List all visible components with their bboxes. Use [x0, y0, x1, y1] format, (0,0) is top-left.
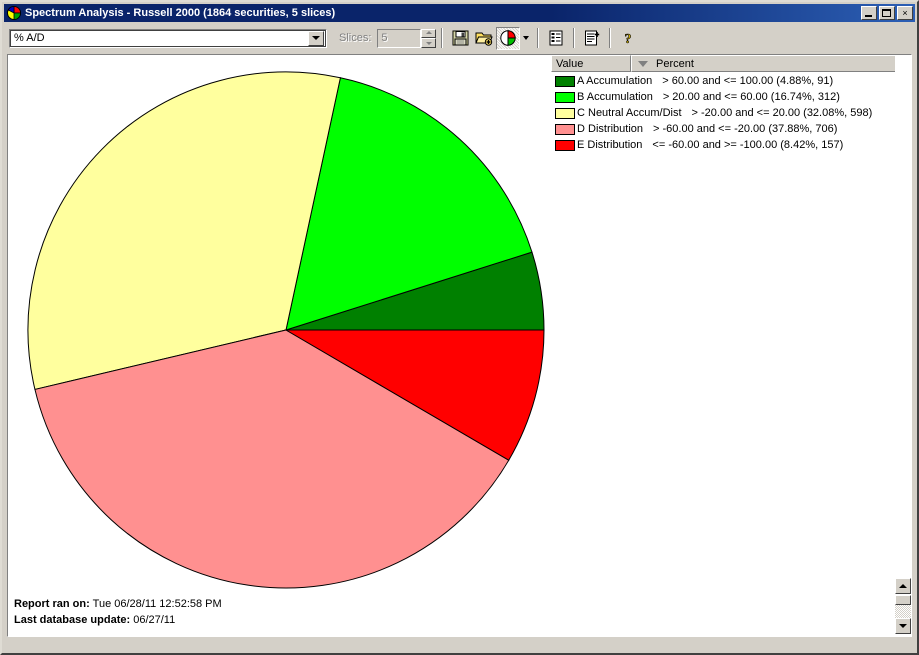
legend-row-label: C Neutral Accum/Dist — [577, 107, 682, 119]
report-footer: Report ran on: Tue 06/28/11 12:52:58 PM … — [14, 596, 222, 628]
slices-label: Slices: — [339, 32, 372, 44]
toolbar-separator — [441, 28, 444, 48]
vertical-scrollbar[interactable] — [895, 55, 911, 636]
slices-value[interactable]: 5 — [377, 28, 422, 48]
svg-text:?: ? — [625, 32, 632, 46]
slices-decrement-button[interactable] — [421, 38, 437, 48]
legend-color-swatch — [555, 139, 575, 151]
legend-row[interactable]: D Distribution > -60.00 and <= -20.00 (37… — [551, 121, 911, 137]
pie-chart[interactable] — [8, 55, 551, 636]
legend-header: Value Percent — [551, 55, 911, 72]
title-bar: Spectrum Analysis - Russell 2000 (1864 s… — [4, 4, 915, 22]
window-title: Spectrum Analysis - Russell 2000 (1864 s… — [25, 7, 336, 19]
floppy-disk-icon — [452, 30, 469, 46]
scroll-up-button[interactable] — [895, 578, 911, 594]
scroll-down-button[interactable] — [895, 618, 911, 634]
close-icon: × — [902, 8, 908, 18]
legend-row-range: > 60.00 and <= 100.00 (4.88%, 91) — [662, 75, 834, 87]
application-window: Spectrum Analysis - Russell 2000 (1864 s… — [0, 0, 919, 655]
legend-panel: Value Percent A Accumulation > 60.00 and … — [551, 55, 911, 636]
descending-sort-icon — [638, 60, 648, 67]
list-add-icon — [585, 30, 600, 46]
chevron-down-icon[interactable] — [308, 30, 324, 46]
pie-chart-view-dropdown[interactable] — [520, 27, 532, 50]
report-ran-value: Tue 06/28/11 12:52:58 PM — [92, 598, 222, 610]
toolbar-separator-3 — [573, 28, 576, 48]
close-button[interactable]: × — [897, 6, 913, 20]
legend-color-swatch — [555, 75, 575, 87]
client-area: Value Percent A Accumulation > 60.00 and … — [7, 54, 912, 637]
legend-row[interactable]: A Accumulation > 60.00 and <= 100.00 (4.8… — [551, 73, 911, 89]
scroll-gutter[interactable] — [895, 605, 911, 618]
pie-chart-panel — [8, 55, 551, 636]
minimize-button[interactable] — [861, 6, 877, 20]
toolbar-separator-4 — [609, 28, 612, 48]
legend-row-range: > -60.00 and <= -20.00 (37.88%, 706) — [653, 123, 838, 135]
open-button[interactable] — [472, 27, 496, 50]
slices-increment-button[interactable] — [421, 28, 437, 38]
help-button[interactable]: ? — [616, 27, 640, 50]
metric-select[interactable]: % A/D — [9, 28, 327, 48]
legend-column-percent[interactable]: Percent — [631, 55, 911, 72]
pie-chart-icon — [500, 30, 517, 46]
legend-color-swatch — [555, 91, 575, 103]
open-folder-icon — [475, 32, 494, 46]
add-report-button[interactable] — [580, 27, 604, 50]
legend-column-value[interactable]: Value — [551, 55, 631, 72]
legend-row-label: B Accumulation — [577, 91, 653, 103]
db-update-line: Last database update: 06/27/11 — [14, 612, 222, 628]
save-button[interactable] — [448, 27, 472, 50]
legend-row[interactable]: C Neutral Accum/Dist > -20.00 and <= 20.0… — [551, 105, 911, 121]
report-view-button[interactable] — [544, 27, 568, 50]
pie-chart-app-icon — [6, 5, 22, 21]
scroll-thumb[interactable] — [895, 595, 911, 605]
toolbar: % A/D Slices: 5 ? — [4, 23, 915, 53]
legend-row-range: > -20.00 and <= 20.00 (32.08%, 598) — [691, 107, 873, 119]
legend-row[interactable]: B Accumulation > 20.00 and <= 60.00 (16.7… — [551, 89, 911, 105]
question-mark-icon: ? — [625, 32, 633, 46]
db-update-label: Last database update: — [14, 614, 131, 626]
legend-row[interactable]: E Distribution <= -60.00 and >= -100.00 (… — [551, 137, 911, 153]
report-ran-label: Report ran on: — [14, 598, 90, 610]
list-report-icon — [549, 30, 563, 46]
legend-row-label: E Distribution — [577, 139, 643, 151]
legend-color-swatch — [555, 107, 575, 119]
legend-row-range: <= -60.00 and >= -100.00 (8.42%, 157) — [652, 139, 844, 151]
maximize-button[interactable] — [879, 6, 895, 20]
legend-color-swatch — [555, 123, 575, 135]
legend-rows: A Accumulation > 60.00 and <= 100.00 (4.8… — [551, 72, 911, 153]
caption-buttons: × — [861, 6, 913, 20]
legend-row-label: D Distribution — [577, 123, 644, 135]
slices-stepper[interactable]: 5 — [377, 28, 437, 48]
pie-chart-view-button[interactable] — [496, 26, 521, 50]
legend-column-percent-label: Percent — [656, 57, 694, 70]
report-ran-line: Report ran on: Tue 06/28/11 12:52:58 PM — [14, 596, 222, 612]
metric-select-value: % A/D — [14, 32, 45, 44]
toolbar-separator-2 — [537, 28, 540, 48]
legend-row-label: A Accumulation — [577, 75, 653, 87]
legend-row-range: > 20.00 and <= 60.00 (16.74%, 312) — [662, 91, 840, 103]
db-update-value: 06/27/11 — [133, 614, 176, 626]
